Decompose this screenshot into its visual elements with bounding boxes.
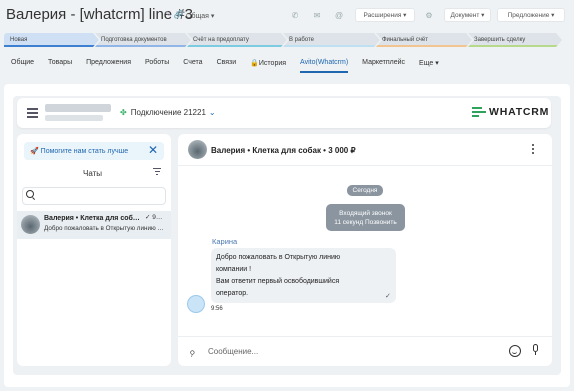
- message-time: 9:56: [211, 306, 223, 312]
- edit-icon[interactable]: ✎ 🔗: [165, 10, 184, 19]
- account-info: [45, 104, 111, 112]
- divider: [178, 336, 552, 337]
- microphone-icon[interactable]: [531, 344, 539, 358]
- stage-label: Новая: [10, 37, 28, 43]
- mail-icon[interactable]: ✉: [309, 8, 325, 22]
- extensions-button[interactable]: Расширения ▾: [355, 8, 415, 22]
- search-icon: [26, 190, 34, 198]
- close-icon[interactable]: ✕: [148, 143, 158, 157]
- tab-invoices[interactable]: Счета: [183, 59, 202, 67]
- chevron-down-icon: ⌄: [208, 108, 216, 117]
- tab-marketplace[interactable]: Маркетплейс: [362, 59, 405, 67]
- message-input[interactable]: Сообщение...: [208, 347, 258, 356]
- call-back-link[interactable]: 11 секунд Позвонить: [334, 218, 397, 227]
- check-icon: ✓: [145, 214, 151, 221]
- chat-name: Валерия • Клетка для соб…: [44, 215, 140, 222]
- stage-color-bar: [283, 45, 380, 47]
- deal-tabs: Общие Товары Предложения Роботы Счета Св…: [11, 59, 453, 73]
- menu-icon[interactable]: [27, 108, 38, 120]
- document-button[interactable]: Документ ▾: [444, 8, 491, 22]
- proposal-button[interactable]: Предложение ▾: [497, 8, 565, 22]
- message-sender: Карина: [212, 237, 238, 246]
- avatar: [21, 215, 40, 234]
- stage-label: Завершить сделку: [474, 37, 526, 43]
- at-sign-icon[interactable]: @: [331, 8, 347, 22]
- stage-5[interactable]: Финальный счёт: [376, 33, 472, 47]
- stage-color-bar: [95, 45, 191, 47]
- tab-avito-whatcrm[interactable]: Avito(Whatcrm): [300, 59, 349, 73]
- feedback-banner[interactable]: 🚀 Помогите нам стать лучше: [24, 142, 164, 160]
- stage-color-bar: [468, 45, 562, 47]
- logo-icon: [472, 106, 486, 118]
- stage-3[interactable]: Счёт на предоплату: [187, 33, 287, 47]
- stage-label: Счёт на предоплату: [193, 37, 249, 43]
- lock-icon: 🔒: [250, 60, 259, 67]
- chats-heading: Чаты: [83, 169, 103, 178]
- stage-color-bar: [4, 45, 99, 47]
- deal-category-badge[interactable]: Общая ▾: [186, 12, 214, 20]
- divider: [178, 165, 552, 166]
- stage-4[interactable]: В работе: [283, 33, 380, 47]
- whatcrm-topbar: [17, 98, 551, 128]
- tab-proposals[interactable]: Предложения: [86, 59, 131, 67]
- avatar: [188, 140, 207, 159]
- phone-icon[interactable]: ✆: [287, 8, 303, 22]
- filter-icon[interactable]: [153, 168, 161, 177]
- stage-label: В работе: [289, 37, 315, 43]
- tab-history[interactable]: 🔒История: [250, 59, 286, 67]
- connection-selector[interactable]: ✤ Подключение 21221 ⌄: [120, 108, 216, 117]
- stage-color-bar: [187, 45, 287, 47]
- stage-1[interactable]: Новая: [4, 33, 99, 47]
- tab-general[interactable]: Общие: [11, 59, 34, 67]
- settings-gear-icon[interactable]: ⚙: [421, 8, 437, 22]
- account-email: [45, 115, 103, 121]
- rocket-icon: 🚀: [30, 148, 41, 155]
- tab-robots[interactable]: Роботы: [145, 59, 169, 67]
- check-icon: ✓: [385, 293, 391, 300]
- stage-6[interactable]: Завершить сделку: [468, 33, 562, 47]
- message-bubble: Добро пожаловать в Открытую линию компан…: [211, 248, 396, 303]
- stage-label: Финальный счёт: [382, 37, 428, 43]
- chat-snippet: Добро пожаловать в Открытую линию …: [44, 225, 164, 232]
- stage-color-bar: [376, 45, 472, 47]
- emoji-icon[interactable]: [509, 345, 521, 357]
- whatcrm-logo: WHATCRM: [472, 106, 549, 118]
- stage-2[interactable]: Подготовка документов: [95, 33, 191, 47]
- conversation-title: Валерия • Клетка для собак • 3 000 ₽: [211, 146, 356, 155]
- call-event-bubble: Входящий звонок 11 секунд Позвонить: [326, 204, 405, 231]
- avatar: [187, 295, 205, 313]
- chat-search-input[interactable]: [22, 187, 166, 205]
- tab-more[interactable]: Еще ▾: [419, 59, 439, 67]
- chat-status: ✓ 9…: [145, 214, 163, 221]
- tab-links[interactable]: Связи: [217, 59, 237, 67]
- more-options-icon[interactable]: [532, 144, 535, 156]
- tab-products[interactable]: Товары: [48, 59, 72, 67]
- stage-label: Подготовка документов: [101, 37, 167, 43]
- leaf-icon: ✤: [120, 108, 127, 117]
- date-separator: Сегодня: [347, 185, 383, 196]
